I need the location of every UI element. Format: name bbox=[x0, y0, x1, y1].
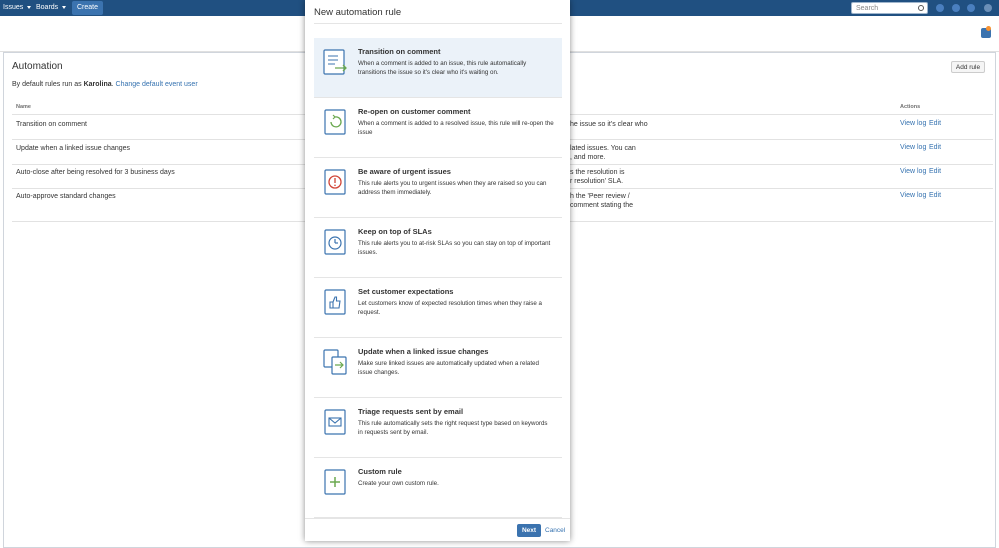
reopen-icon bbox=[324, 109, 346, 135]
rule-name: Transition on comment bbox=[16, 121, 87, 128]
edit-link[interactable]: Edit bbox=[929, 192, 941, 199]
create-button[interactable]: Create bbox=[72, 1, 104, 15]
view-log-link[interactable]: View log bbox=[900, 192, 926, 199]
view-log-link[interactable]: View log bbox=[900, 168, 926, 175]
template-title: Be aware of urgent issues bbox=[358, 167, 451, 176]
rule-description: he issue so it's clear who bbox=[570, 121, 648, 128]
issues-menu[interactable]: Issues bbox=[3, 0, 32, 16]
intro-period: . bbox=[111, 81, 114, 88]
dialog-footer: Next Cancel bbox=[305, 518, 570, 541]
rule-description: h the 'Peer review / bbox=[570, 193, 630, 200]
page-title: Automation bbox=[12, 61, 63, 72]
notification-badge bbox=[986, 26, 991, 31]
template-triage-email[interactable]: Triage requests sent by email This rule … bbox=[314, 398, 562, 458]
edit-link[interactable]: Edit bbox=[929, 168, 941, 175]
default-user: Karolina bbox=[83, 81, 112, 88]
search-placeholder: Search bbox=[856, 5, 879, 12]
edit-link[interactable]: Edit bbox=[929, 144, 941, 151]
rule-description: lated issues. You can bbox=[570, 145, 636, 152]
boards-menu-label: Boards bbox=[36, 4, 59, 11]
template-urgent-issues[interactable]: Be aware of urgent issues This rule aler… bbox=[314, 158, 562, 218]
rule-description: s the resolution is bbox=[570, 169, 625, 176]
template-description: Make sure linked issues are automaticall… bbox=[358, 360, 539, 376]
template-title: Triage requests sent by email bbox=[358, 407, 464, 416]
template-transition-on-comment[interactable]: Transition on comment When a comment is … bbox=[314, 38, 562, 98]
thumbs-up-icon bbox=[324, 289, 346, 315]
template-title: Set customer expectations bbox=[358, 287, 454, 296]
template-title: Transition on comment bbox=[358, 47, 441, 56]
change-default-user-link[interactable]: Change default event user bbox=[116, 81, 198, 88]
template-description: When a comment is added to an issue, thi… bbox=[358, 60, 527, 76]
intro-text: By default rules run as bbox=[12, 81, 82, 88]
template-sla[interactable]: Keep on top of SLAs This rule alerts you… bbox=[314, 218, 562, 278]
template-title: Custom rule bbox=[358, 467, 402, 476]
template-custom-rule[interactable]: Custom rule Create your own custom rule. bbox=[314, 458, 562, 518]
column-header-name: Name bbox=[16, 104, 31, 110]
template-customer-expectations[interactable]: Set customer expectations Let customers … bbox=[314, 278, 562, 338]
stopwatch-icon bbox=[324, 229, 346, 255]
rule-name: Update when a linked issue changes bbox=[16, 145, 131, 152]
cancel-link[interactable]: Cancel bbox=[545, 527, 565, 534]
rule-description: r resolution' SLA. bbox=[570, 178, 624, 185]
gear-icon[interactable] bbox=[967, 4, 975, 12]
template-description: When a comment is added to a resolved is… bbox=[358, 120, 554, 136]
email-icon bbox=[324, 409, 346, 435]
view-log-link[interactable]: View log bbox=[900, 144, 926, 151]
template-linked-issue-changes[interactable]: Update when a linked issue changes Make … bbox=[314, 338, 562, 398]
chevron-down-icon bbox=[62, 5, 67, 9]
alert-icon bbox=[324, 169, 346, 195]
template-list[interactable]: Transition on comment When a comment is … bbox=[314, 23, 562, 518]
default-user-info: By default rules run as Karolina. Change… bbox=[12, 81, 198, 88]
search-icon bbox=[918, 5, 924, 11]
template-description: Create your own custom rule. bbox=[358, 480, 439, 487]
avatar[interactable] bbox=[984, 4, 992, 12]
template-description: This rule automatically sets the right r… bbox=[358, 420, 548, 436]
template-title: Re-open on customer comment bbox=[358, 107, 471, 116]
linked-issues-icon bbox=[323, 349, 347, 375]
template-description: This rule alerts you to urgent issues wh… bbox=[358, 180, 547, 196]
template-description: Let customers know of expected resolutio… bbox=[358, 300, 542, 316]
rule-description: comment stating the bbox=[570, 202, 634, 209]
plus-icon bbox=[324, 469, 346, 495]
next-button[interactable]: Next bbox=[517, 524, 541, 537]
rule-name: Auto-close after being resolved for 3 bu… bbox=[16, 169, 175, 176]
boards-menu[interactable]: Boards bbox=[36, 0, 67, 16]
column-header-actions: Actions bbox=[900, 104, 921, 110]
template-title: Update when a linked issue changes bbox=[358, 347, 489, 356]
issues-menu-label: Issues bbox=[3, 4, 24, 11]
rule-description: , and more. bbox=[570, 154, 606, 161]
template-reopen-on-customer-comment[interactable]: Re-open on customer comment When a comme… bbox=[314, 98, 562, 158]
chevron-down-icon bbox=[27, 5, 32, 9]
dialog-title: New automation rule bbox=[314, 7, 402, 18]
rule-name: Auto-approve standard changes bbox=[16, 193, 116, 200]
edit-link[interactable]: Edit bbox=[929, 120, 941, 127]
transition-icon bbox=[323, 49, 347, 75]
view-log-link[interactable]: View log bbox=[900, 120, 926, 127]
template-title: Keep on top of SLAs bbox=[358, 227, 432, 236]
add-rule-button[interactable]: Add rule bbox=[951, 61, 985, 73]
template-description: This rule alerts you to at-risk SLAs so … bbox=[358, 240, 551, 256]
search-input[interactable]: Search bbox=[851, 2, 928, 14]
feedback-icon[interactable] bbox=[936, 4, 944, 12]
new-rule-dialog: New automation rule Transition on commen… bbox=[305, 0, 570, 541]
help-icon[interactable] bbox=[952, 4, 960, 12]
